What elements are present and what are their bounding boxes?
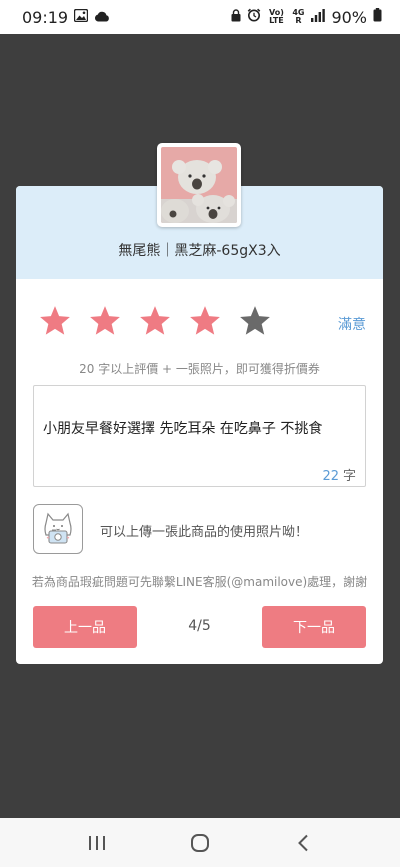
modal-header: 無尾熊｜黑芝麻-65gX3入 xyxy=(16,143,383,279)
alarm-icon xyxy=(247,8,261,26)
coupon-hint: 20 字以上評價 + 一張照片，即可獲得折價券 xyxy=(79,362,320,376)
volte-icon: Vo) LTE xyxy=(268,8,284,25)
char-count-unit: 字 xyxy=(342,469,356,484)
star-3-icon[interactable] xyxy=(138,304,172,338)
cat-camera-icon xyxy=(44,512,72,544)
back-icon[interactable] xyxy=(283,823,323,863)
star-rating: 滿意 xyxy=(16,304,383,344)
status-right: Vo) LTE 4G R 90% xyxy=(231,8,382,27)
gallery-icon xyxy=(73,8,89,26)
system-nav-bar xyxy=(0,818,400,867)
status-time: 09:19 xyxy=(22,7,69,27)
star-1-icon[interactable] xyxy=(38,304,72,338)
upload-photo-button[interactable] xyxy=(33,504,83,554)
rating-label: 滿意 xyxy=(338,317,366,333)
battery-icon xyxy=(373,8,382,26)
char-count: 22 字 xyxy=(322,465,356,484)
product-name: 無尾熊｜黑芝麻-65gX3入 xyxy=(118,243,281,259)
review-modal: 無尾熊｜黑芝麻-65gX3入 滿意 20 字以上評價 + 一張照片，即可獲得折價… xyxy=(16,143,383,664)
star-5-icon[interactable] xyxy=(238,304,272,338)
status-left: 09:19 xyxy=(22,8,110,27)
cloud-icon xyxy=(94,8,110,26)
product-thumbnail xyxy=(157,143,241,227)
home-icon[interactable] xyxy=(180,823,220,863)
battery-percent: 90% xyxy=(331,7,367,27)
recent-apps-icon[interactable] xyxy=(77,823,117,863)
koala-bun-image xyxy=(161,147,237,223)
next-product-button[interactable]: 下一品 xyxy=(262,606,366,648)
char-count-number: 22 xyxy=(322,469,339,484)
review-text: 小朋友早餐好選擇 先吃耳朵 在吃鼻子 不挑食 xyxy=(43,421,323,437)
upload-hint: 可以上傳一張此商品的使用照片呦！ xyxy=(100,525,309,540)
signal-4g-icon: 4G R xyxy=(292,8,305,25)
review-textarea[interactable]: 小朋友早餐好選擇 先吃耳朵 在吃鼻子 不挑食 22 字 xyxy=(33,385,366,487)
lock-icon xyxy=(231,8,241,26)
line-service-notice: 若為商品瑕疵問題可先聯繫LINE客服(@mamilove)處理，謝謝 xyxy=(31,575,368,589)
star-2-icon[interactable] xyxy=(88,304,122,338)
status-bar: 09:19 Vo) LTE 4G R 90% xyxy=(0,0,400,34)
signal-bars-icon xyxy=(311,8,326,26)
star-4-icon[interactable] xyxy=(188,304,222,338)
